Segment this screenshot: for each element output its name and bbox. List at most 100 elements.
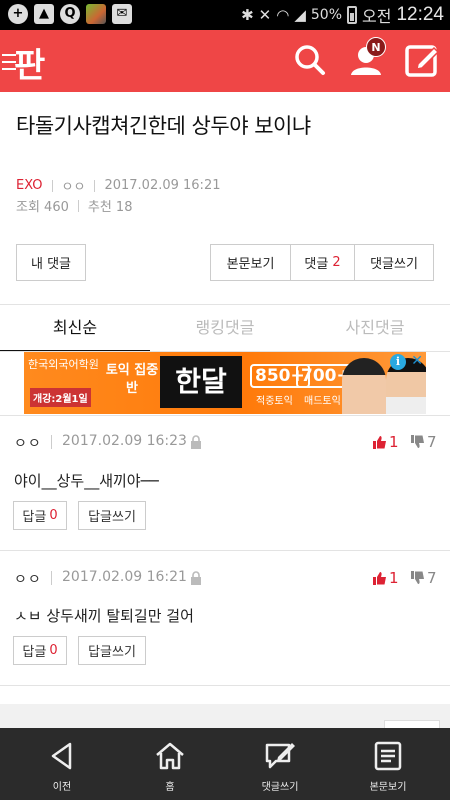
write-comment-button[interactable]: 댓글쓰기 bbox=[354, 244, 434, 281]
divider bbox=[0, 550, 450, 551]
write-reply-button[interactable]: 답글쓰기 bbox=[78, 636, 146, 665]
battery-percent: 50% bbox=[310, 7, 342, 23]
reply-label: 답글 bbox=[22, 510, 47, 525]
signal-icon: ◢ bbox=[294, 6, 306, 24]
app-header: 판 N bbox=[0, 30, 450, 92]
my-comments-button[interactable]: 내 댓글 bbox=[16, 244, 86, 281]
comments-label: 댓글 bbox=[304, 257, 329, 272]
ad-open-date: 개강:2월1일 bbox=[30, 388, 91, 407]
nav-back[interactable]: 이전 bbox=[7, 728, 117, 800]
like-count: 1 bbox=[389, 569, 399, 587]
ad-info-icon[interactable]: i bbox=[390, 354, 406, 370]
bluetooth-icon: ✱ bbox=[241, 6, 254, 24]
thumbs-up-icon bbox=[373, 436, 386, 449]
like-count: 1 bbox=[389, 433, 399, 451]
nav-back-label: 이전 bbox=[52, 782, 72, 793]
lock-icon bbox=[191, 435, 201, 449]
divider bbox=[0, 304, 450, 305]
comment-author: ㅇㅇ bbox=[14, 436, 42, 452]
comment-body: ㅅㅂ 상두새끼 탈퇴길만 걸어 bbox=[14, 607, 194, 625]
clock-ampm: 오전 bbox=[362, 7, 392, 26]
thumbs-down-icon bbox=[411, 435, 424, 448]
logo-text: 판 bbox=[14, 46, 46, 86]
clock: 12:24 bbox=[396, 4, 444, 25]
post-stats: 조회 460 추천 18 bbox=[16, 196, 132, 215]
comment-date: 2017.02.09 16:21 bbox=[62, 569, 187, 585]
thumbs-down-icon bbox=[411, 571, 424, 584]
back-icon bbox=[51, 742, 72, 770]
wifi-icon: ◠ bbox=[276, 6, 290, 24]
comment-author: ㅇㅇ bbox=[14, 572, 42, 588]
post-recommends: 추천 18 bbox=[87, 200, 133, 215]
bottom-nav: 이전 홈 댓글쓰기 본문보기 bbox=[0, 728, 450, 800]
write-reply-button[interactable]: 답글쓰기 bbox=[78, 501, 146, 530]
divider bbox=[94, 179, 96, 192]
reply-label: 답글 bbox=[22, 645, 47, 660]
write-icon bbox=[405, 45, 440, 77]
comment-date: 2017.02.09 16:23 bbox=[62, 433, 187, 449]
post-title: 타돌기사캡쳐긴한데 상두야 보이냐 bbox=[16, 114, 311, 138]
logo[interactable]: 판 bbox=[2, 36, 58, 86]
add-icon: + bbox=[8, 4, 28, 24]
notification-badge: N bbox=[366, 37, 386, 57]
comments-count: 2 bbox=[332, 255, 341, 270]
document-icon bbox=[374, 741, 402, 771]
nav-write-comment-label: 댓글쓰기 bbox=[261, 782, 299, 793]
divider bbox=[51, 435, 52, 449]
battery-icon bbox=[347, 6, 357, 24]
ad-sub-1: 적중토익 bbox=[256, 396, 293, 407]
mail-icon: ✉ bbox=[112, 4, 132, 24]
ad-banner[interactable]: 한국외국어학원 개강:2월1일 토익 집중반 한달 850+ 700+ 적중토익… bbox=[24, 352, 426, 414]
ad-main-text: 한달 bbox=[160, 356, 242, 408]
ad-sub-2: 매드토익 bbox=[304, 396, 341, 407]
dislike-count: 7 bbox=[427, 569, 437, 587]
dislike-count: 7 bbox=[427, 433, 437, 451]
reply-button[interactable]: 답글 0 bbox=[13, 501, 67, 530]
write-button[interactable] bbox=[402, 40, 442, 80]
mute-icon: ✕ bbox=[258, 6, 272, 24]
divider bbox=[0, 415, 450, 416]
search-icon: Q bbox=[60, 4, 80, 24]
comments-button[interactable]: 댓글 2 bbox=[290, 244, 355, 281]
reply-count: 0 bbox=[49, 643, 58, 658]
home-icon bbox=[156, 742, 184, 770]
nav-view-post-label: 본문보기 bbox=[369, 782, 407, 793]
footer-strip bbox=[0, 704, 450, 728]
comment-write-icon bbox=[265, 743, 295, 769]
system-icons: ✱ ✕ ◠ ◢ 50% 오전 12:24 bbox=[241, 3, 444, 27]
post-date: 2017.02.09 16:21 bbox=[104, 178, 221, 193]
nav-home[interactable]: 홈 bbox=[115, 728, 225, 800]
tab-ranking[interactable]: 랭킹댓글 bbox=[150, 306, 300, 352]
lock-icon bbox=[191, 571, 201, 585]
dislike-button[interactable]: 7 bbox=[410, 433, 437, 451]
dislike-button[interactable]: 7 bbox=[410, 569, 437, 587]
nav-view-post[interactable]: 본문보기 bbox=[333, 728, 443, 800]
nav-write-comment[interactable]: 댓글쓰기 bbox=[225, 728, 335, 800]
like-button[interactable]: 1 bbox=[372, 569, 399, 587]
view-post-button[interactable]: 본문보기 bbox=[210, 244, 291, 281]
tab-latest[interactable]: 최신순 bbox=[0, 306, 150, 352]
image-icon: ▲ bbox=[34, 4, 54, 24]
ad-toeic: 토익 집중반 bbox=[105, 363, 159, 396]
like-button[interactable]: 1 bbox=[372, 433, 399, 451]
search-button[interactable] bbox=[290, 40, 330, 80]
ad-model-image bbox=[342, 358, 386, 414]
post-author: ㅇㅇ bbox=[61, 180, 86, 195]
divider bbox=[51, 179, 53, 192]
ad-close-icon[interactable]: ✕ bbox=[411, 353, 423, 369]
divider bbox=[51, 571, 52, 585]
reply-count: 0 bbox=[49, 508, 58, 523]
comment-body: 야이__상두__새끼야── bbox=[14, 472, 159, 490]
divider bbox=[0, 685, 450, 686]
divider bbox=[77, 199, 79, 212]
thumbnail-icon bbox=[86, 4, 106, 24]
thumbs-up-icon bbox=[373, 572, 386, 585]
nav-home-label: 홈 bbox=[165, 782, 175, 793]
ad-school: 한국외국어학원 bbox=[28, 358, 99, 371]
tab-photo[interactable]: 사진댓글 bbox=[300, 306, 450, 352]
post-category[interactable]: EXO bbox=[16, 178, 43, 193]
status-bar: + ▲ Q ✉ ✱ ✕ ◠ ◢ 50% 오전 12:24 bbox=[0, 0, 450, 30]
reply-button[interactable]: 답글 0 bbox=[13, 636, 67, 665]
post-meta: EXO ㅇㅇ 2017.02.09 16:21 bbox=[16, 176, 220, 195]
post-views: 조회 460 bbox=[16, 200, 69, 215]
